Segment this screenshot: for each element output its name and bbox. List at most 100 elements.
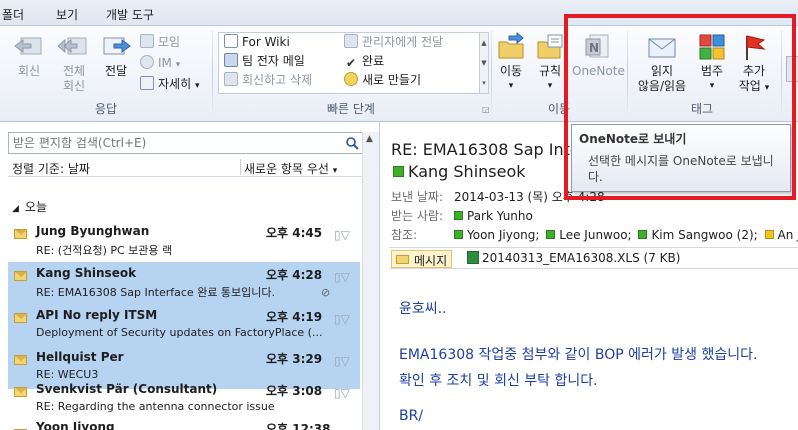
recipient-cc[interactable]: Lee Junwoo; bbox=[559, 228, 631, 242]
search-icon[interactable] bbox=[345, 136, 359, 150]
ribbon-tab-bar: 폴더 보기 개발 도구 bbox=[0, 0, 798, 26]
presence-status-icon bbox=[454, 230, 463, 239]
reply-all-icon bbox=[57, 32, 90, 62]
recipient-cc[interactable]: An J bbox=[778, 228, 798, 242]
message-sender[interactable]: Kang Shinseok bbox=[393, 162, 526, 181]
categorize-icon bbox=[696, 32, 728, 62]
message-body-line: 확인 후 조치 및 회신 부탁 합니다. bbox=[399, 373, 598, 389]
tooltip-body: 선택한 메시지를 OneNote로 보냅니다. bbox=[588, 154, 774, 184]
quickstep-reply-delete[interactable]: 회신하고 삭제 bbox=[224, 72, 312, 89]
tooltip-title: OneNote로 보내기 bbox=[579, 132, 687, 146]
checkmark-icon: ✔ bbox=[345, 56, 357, 70]
presence-status-icon bbox=[546, 230, 556, 239]
rules-button[interactable]: 규칙 ▾ bbox=[531, 32, 569, 94]
quickstep-to-manager[interactable]: 관리자에게 전달 bbox=[344, 34, 443, 51]
list-item[interactable]: Jung Byunghwan 오후 4:45 RE: (건적요청) PC 보관용… bbox=[8, 220, 360, 263]
im-button[interactable]: IM ▾ bbox=[140, 55, 180, 72]
ribbon: 회신 전체 회신 전달 모임 IM ▾ 자세히 ▾ 응답 For Wiki 팀 … bbox=[0, 26, 798, 122]
gallery-scroll[interactable]: ▲ ▼ ▾ bbox=[480, 32, 489, 94]
message-list-pane: 정렬 기준: 날짜 새로운 항목 우선 ▾ ◢오늘 Jung Byunghwan… bbox=[0, 122, 380, 430]
envelope-icon bbox=[14, 229, 27, 239]
meeting-button[interactable]: 모임 bbox=[140, 34, 180, 51]
excel-file-icon bbox=[467, 251, 479, 264]
more-respond-button[interactable]: 자세히 ▾ bbox=[140, 76, 199, 93]
attachment-file[interactable]: 20140313_EMA16308.XLS (7 KB) bbox=[467, 251, 680, 265]
envelope-icon bbox=[14, 387, 27, 397]
recipient-cc[interactable]: Kim Sangwoo (2); bbox=[651, 228, 757, 242]
move-button[interactable]: 이동 ▾ bbox=[493, 31, 529, 94]
scroll-up-icon[interactable]: ▲ bbox=[366, 134, 373, 144]
quickstep-for-wiki[interactable]: For Wiki bbox=[224, 34, 290, 51]
envelope-icon bbox=[14, 313, 27, 323]
list-item[interactable]: Yoon Jiyong 오후 12:38 bbox=[8, 420, 360, 430]
group-label-respond: 응답 bbox=[94, 102, 118, 116]
flag-outline-icon[interactable]: ▯▽ bbox=[334, 386, 350, 400]
quickstep-create-new[interactable]: 새로 만들기 bbox=[344, 72, 421, 89]
calendar-icon bbox=[140, 34, 154, 48]
flag-outline-icon[interactable]: ▯▽ bbox=[334, 312, 350, 326]
recipient-cc[interactable]: Yoon Jiyong; bbox=[467, 228, 539, 242]
forward-manager-icon bbox=[344, 34, 358, 48]
categorize-button[interactable]: 범주 ▾ bbox=[693, 32, 731, 94]
attachment-bar: 메시지 20140313_EMA16308.XLS (7 KB) bbox=[389, 247, 798, 269]
move-folder-icon bbox=[495, 31, 527, 62]
to-row: 받는 사람: Park Yunho bbox=[391, 209, 533, 223]
recipient-to[interactable]: Park Yunho bbox=[467, 209, 533, 223]
presence-status-icon bbox=[454, 211, 463, 220]
message-body-line: BR/ bbox=[399, 408, 424, 424]
list-scrollbar[interactable]: ▲ bbox=[362, 132, 379, 430]
forward-button[interactable]: 전달 bbox=[96, 32, 136, 79]
presence-status-icon bbox=[393, 166, 404, 177]
sort-by-date-button[interactable]: 정렬 기준: 날짜 bbox=[12, 160, 90, 177]
onenote-tooltip: OneNote로 보내기 선택한 메시지를 OneNote로 보냅니다. bbox=[571, 124, 791, 192]
team-mail-icon bbox=[224, 53, 238, 67]
reply-delete-icon bbox=[224, 72, 238, 86]
tab-view[interactable]: 보기 bbox=[56, 6, 78, 23]
flag-icon bbox=[738, 32, 770, 62]
group-label-tags: 태그 bbox=[690, 102, 714, 116]
chevron-down-icon: ▾ bbox=[332, 166, 338, 176]
flag-outline-icon[interactable]: ▯▽ bbox=[334, 354, 350, 368]
list-item[interactable]: Svenkvist Pär (Consultant) 오후 3:08 RE: R… bbox=[8, 378, 360, 421]
group-separator bbox=[781, 30, 782, 116]
group-label-quick-steps: 빠른 단계 bbox=[327, 102, 375, 116]
message-tab[interactable]: 메시지 bbox=[391, 250, 453, 268]
sort-divider bbox=[240, 159, 241, 175]
envelope-icon bbox=[14, 355, 27, 365]
envelope-icon bbox=[14, 271, 27, 281]
onenote-button[interactable]: N OneNote bbox=[572, 32, 625, 79]
presence-status-icon bbox=[638, 230, 648, 239]
reply-icon bbox=[13, 32, 45, 62]
group-label-move: 이동 bbox=[547, 102, 571, 116]
sort-order-button[interactable]: 새로운 항목 우선 ▾ bbox=[244, 160, 337, 177]
page-icon bbox=[224, 34, 238, 48]
presence-status-icon bbox=[764, 230, 774, 239]
message-body-line: 윤호씨.. bbox=[399, 301, 447, 317]
ribbon-overflow-button[interactable] bbox=[786, 56, 798, 82]
tab-folder[interactable]: 폴더 bbox=[2, 6, 24, 23]
flag-outline-icon[interactable]: ▯▽ bbox=[334, 228, 350, 242]
forward-icon bbox=[100, 32, 132, 62]
list-item[interactable]: API No reply ITSM 오후 4:19 Deployment of … bbox=[8, 304, 360, 347]
onenote-icon: N bbox=[582, 32, 614, 62]
quickstep-team-email[interactable]: 팀 전자 메일 bbox=[224, 53, 305, 70]
collapse-triangle-icon: ◢ bbox=[12, 204, 19, 214]
search-input[interactable] bbox=[9, 133, 329, 153]
sort-bar: 정렬 기준: 날짜 새로운 항목 우선 ▾ bbox=[8, 158, 364, 177]
follow-up-button[interactable]: 추가 작업 ▾ bbox=[733, 32, 775, 96]
search-box bbox=[8, 132, 364, 154]
list-item[interactable]: Kang Shinseok 오후 4:28 RE: EMA16308 Sap I… bbox=[8, 262, 360, 305]
tab-developer[interactable]: 개발 도구 bbox=[106, 6, 154, 23]
reply-all-button[interactable]: 전체 회신 bbox=[52, 32, 96, 94]
quickstep-done[interactable]: ✔ 완료 bbox=[344, 53, 384, 70]
reply-button[interactable]: 회신 bbox=[6, 32, 52, 79]
group-header-today[interactable]: ◢ 오늘 bbox=[12, 198, 47, 215]
im-icon bbox=[140, 55, 154, 69]
flag-outline-icon[interactable]: ▯▽ bbox=[334, 270, 350, 284]
svg-text:N: N bbox=[589, 41, 599, 55]
rules-icon bbox=[534, 32, 566, 62]
read-unread-button[interactable]: 읽지 않음/읽음 bbox=[632, 32, 692, 94]
dialog-launcher-icon[interactable]: ◲ bbox=[482, 105, 490, 114]
envelope-icon bbox=[646, 32, 678, 62]
more-icon bbox=[140, 76, 154, 90]
